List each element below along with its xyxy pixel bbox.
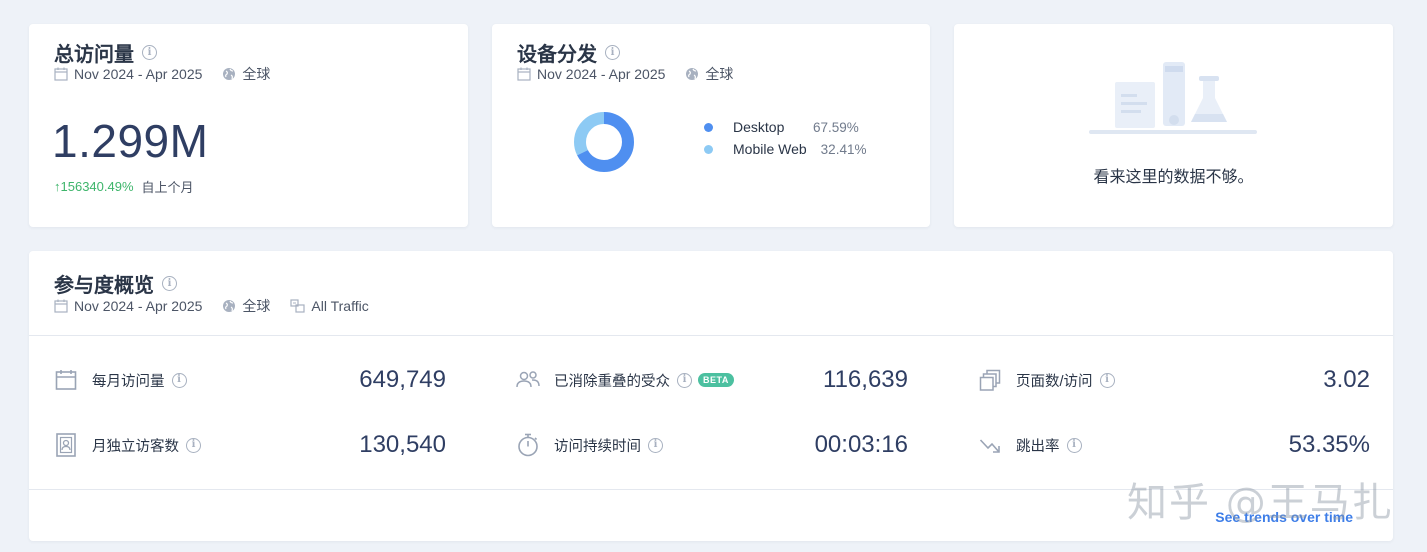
beta-badge: BETA xyxy=(698,373,734,387)
info-icon[interactable]: i xyxy=(1099,372,1115,388)
info-icon[interactable]: i xyxy=(605,45,620,60)
total-visits-title: 总访问量 xyxy=(54,44,134,66)
lab-illustration xyxy=(1089,62,1257,134)
metric-value: 53.35% xyxy=(1288,431,1370,458)
device-title: 设备分发 xyxy=(517,44,597,66)
engagement-title: 参与度概览 xyxy=(54,275,154,297)
date-range: Nov 2024 - Apr 2025 xyxy=(74,298,203,314)
desktop-dot xyxy=(704,122,713,132)
change-percent: ↑156340.49% xyxy=(54,179,134,194)
info-icon[interactable]: i xyxy=(171,372,187,388)
info-icon[interactable]: i xyxy=(648,437,663,453)
metric-label: 月独立访客数 xyxy=(92,438,179,455)
globe-icon xyxy=(223,300,236,312)
metric-monthly-unique-visitors[interactable]: 月独立访客数 i 130,540 xyxy=(54,427,446,463)
users-icon xyxy=(516,368,540,392)
metric-pages-per-visit[interactable]: 页面数/访问 i 3.02 xyxy=(978,362,1370,398)
info-icon[interactable]: i xyxy=(1066,437,1082,453)
stopwatch-icon xyxy=(516,433,540,457)
metric-label: 访问持续时间 xyxy=(554,438,641,455)
empty-message: 看来这里的数据不够。 xyxy=(1093,169,1254,186)
device-donut-chart[interactable] xyxy=(572,110,636,174)
region: 全球 xyxy=(705,66,734,82)
metric-value: 00:03:16 xyxy=(814,431,908,458)
legend-name: Mobile Web xyxy=(733,141,807,157)
total-visits-meta: Nov 2024 - Apr 2025 全球 xyxy=(54,64,270,84)
metric-value: 3.02 xyxy=(1323,366,1370,393)
metric-bounce-rate[interactable]: 跳出率 i 53.35% xyxy=(978,427,1370,463)
globe-icon xyxy=(223,68,236,80)
metric-deduplicated-audience[interactable]: 已消除重叠的受众 i BETA 116,639 xyxy=(516,362,908,398)
total-visits-title-row: 总访问量 i xyxy=(54,38,157,67)
calendar-icon xyxy=(54,368,78,392)
date-range: Nov 2024 - Apr 2025 xyxy=(537,66,666,82)
mobile-dot xyxy=(704,144,713,154)
device-meta: Nov 2024 - Apr 2025 全球 xyxy=(517,64,733,84)
header-divider xyxy=(29,335,1393,336)
calendar-icon xyxy=(54,299,68,313)
legend-item-desktop[interactable]: Desktop 67.59% xyxy=(704,116,866,138)
watermark: 知乎 @王马扎 xyxy=(1127,480,1394,526)
traffic-source-icon xyxy=(290,299,306,313)
metric-label: 页面数/访问 xyxy=(1016,373,1093,390)
info-icon[interactable]: i xyxy=(677,372,692,388)
engagement-meta: Nov 2024 - Apr 2025 全球 All Traffic xyxy=(54,296,369,316)
metric-value: 649,749 xyxy=(359,366,446,393)
change-label: 自上个月 xyxy=(141,180,194,195)
metric-label: 已消除重叠的受众 xyxy=(554,373,670,390)
metric-label: 跳出率 xyxy=(1016,438,1060,455)
total-visits-value: 1.299M xyxy=(52,115,209,167)
pages-icon xyxy=(978,368,1002,392)
calendar-icon xyxy=(517,67,531,81)
region: 全球 xyxy=(242,66,271,82)
info-icon[interactable]: i xyxy=(142,45,157,60)
metric-value: 130,540 xyxy=(359,431,446,458)
legend-value: 67.59% xyxy=(813,119,859,135)
device-distribution-card: 设备分发 i Nov 2024 - Apr 2025 全球 Desktop 67… xyxy=(492,24,930,227)
legend-item-mobile-web[interactable]: Mobile Web 32.41% xyxy=(704,138,866,160)
metric-visit-duration[interactable]: 访问持续时间 i 00:03:16 xyxy=(516,427,908,463)
bounce-arrow-icon xyxy=(978,433,1002,457)
legend-value: 32.41% xyxy=(820,141,867,157)
total-visits-change-row: ↑156340.49% 自上个月 xyxy=(54,177,194,196)
region: 全球 xyxy=(242,298,271,314)
info-icon[interactable]: i xyxy=(162,276,177,291)
calendar-icon xyxy=(54,67,68,81)
date-range: Nov 2024 - Apr 2025 xyxy=(74,66,203,82)
metric-monthly-visits[interactable]: 每月访问量 i 649,749 xyxy=(54,362,446,398)
device-legend: Desktop 67.59% Mobile Web 32.41% xyxy=(704,116,866,160)
device-title-row: 设备分发 i xyxy=(517,38,620,67)
id-card-icon xyxy=(54,433,78,457)
metric-label: 每月访问量 xyxy=(92,373,165,390)
info-icon[interactable]: i xyxy=(186,437,201,453)
legend-name: Desktop xyxy=(733,119,785,135)
empty-data-card: 看来这里的数据不够。 xyxy=(954,24,1393,227)
engagement-title-row: 参与度概览 i xyxy=(54,269,177,298)
total-visits-card: 总访问量 i Nov 2024 - Apr 2025 全球 1.299M ↑15… xyxy=(29,24,468,227)
metric-value: 116,639 xyxy=(823,366,908,393)
traffic-filter: All Traffic xyxy=(311,298,369,314)
globe-icon xyxy=(686,68,699,80)
